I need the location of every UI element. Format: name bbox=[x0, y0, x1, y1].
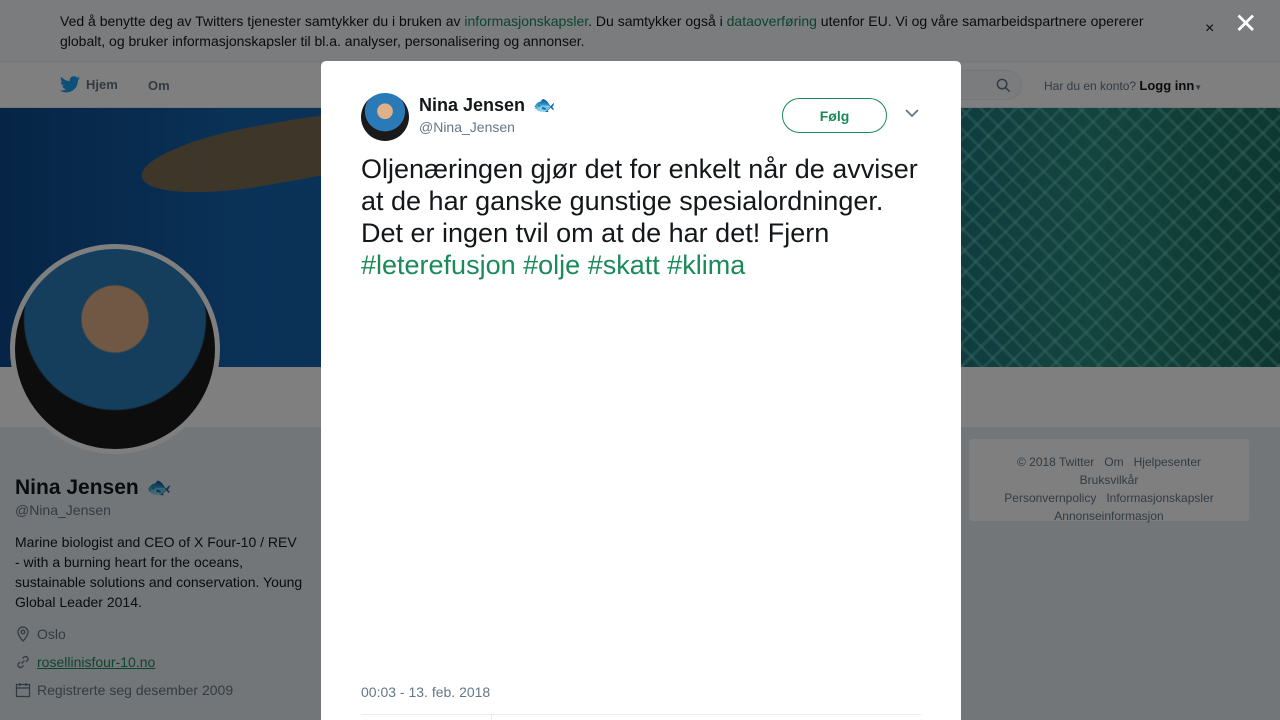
tweet-text: Oljenæringen gjør det for enkelt når de … bbox=[361, 153, 921, 281]
fish-emoji-icon: 🐟 bbox=[533, 95, 556, 115]
follow-button[interactable]: Følg bbox=[782, 98, 887, 133]
hashtag-link[interactable]: #klima bbox=[667, 250, 745, 280]
hashtag-link[interactable]: #leterefusjon bbox=[361, 250, 516, 280]
tweet-modal: Nina Jensen 🐟 @Nina_Jensen Følg Oljenæri… bbox=[321, 61, 961, 720]
tweet-author-handle[interactable]: @Nina_Jensen bbox=[419, 119, 515, 135]
tweet-body: Oljenæringen gjør det for enkelt når de … bbox=[361, 154, 918, 248]
tweet-author-name-text: Nina Jensen bbox=[419, 95, 526, 115]
divider bbox=[361, 714, 921, 715]
tweet-author-avatar[interactable] bbox=[361, 93, 409, 141]
hashtag-link[interactable]: #olje bbox=[523, 250, 580, 280]
tweet-author-name[interactable]: Nina Jensen 🐟 bbox=[419, 95, 555, 116]
chevron-down-icon[interactable] bbox=[905, 108, 919, 118]
tweet-timestamp[interactable]: 00:03 - 13. feb. 2018 bbox=[361, 684, 490, 700]
divider bbox=[491, 714, 492, 720]
hashtag-link[interactable]: #skatt bbox=[588, 250, 660, 280]
close-modal-button[interactable]: ✕ bbox=[1234, 10, 1257, 38]
